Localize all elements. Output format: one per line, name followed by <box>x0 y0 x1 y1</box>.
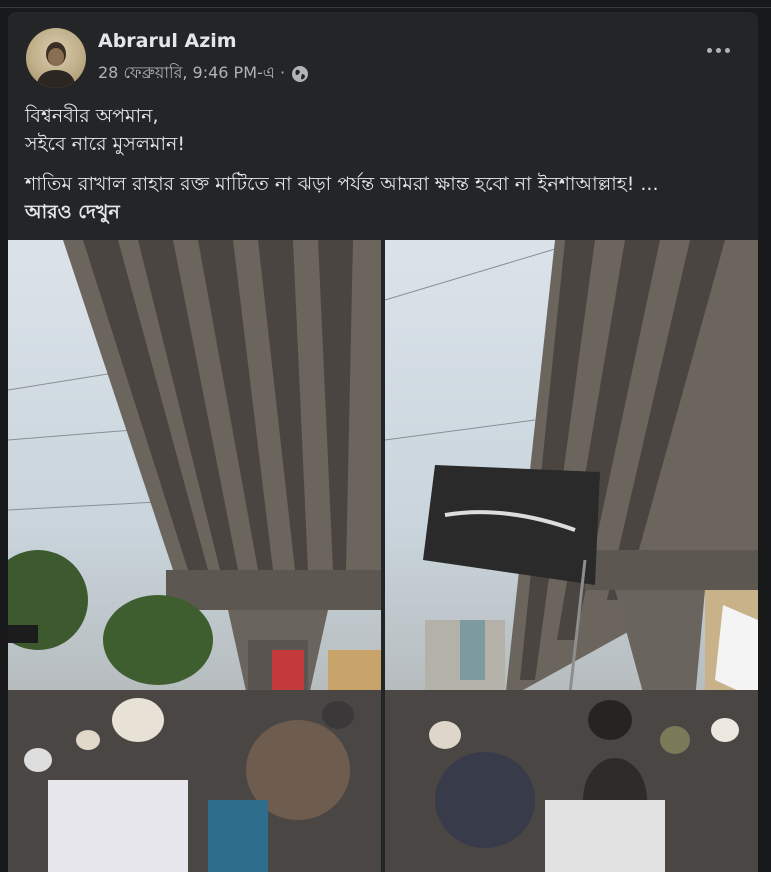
top-bar <box>0 0 771 8</box>
post-text-line: সইবে নারে মুসলমান! <box>25 133 185 155</box>
post-text: বিশ্বনবীর অপমান, সইবে নারে মুসলমান! শাতি… <box>25 102 741 226</box>
post-text-line: শাতিম রাখাল রাহার রক্ত মাটিতে না ঝড়া পর… <box>25 173 659 195</box>
see-more-link[interactable]: আরও দেখুন <box>25 198 741 226</box>
globe-icon[interactable] <box>291 65 309 83</box>
post-timestamp[interactable]: 28 ফেব্রুয়ারি, 9:46 PM-এ · <box>98 60 285 87</box>
author-name[interactable]: Abrarul Azim <box>98 30 237 52</box>
more-horizontal-icon[interactable] <box>700 38 736 62</box>
avatar-photo <box>36 42 76 88</box>
post-meta: 28 ফেব্রুয়ারি, 9:46 PM-এ · <box>98 60 309 87</box>
photo-grid <box>8 240 758 872</box>
post-card: Abrarul Azim 28 ফেব্রুয়ারি, 9:46 PM-এ ·… <box>8 12 758 872</box>
avatar[interactable] <box>26 28 86 88</box>
post-photo-left[interactable] <box>8 240 381 872</box>
post-text-line: বিশ্বনবীর অপমান, <box>25 105 159 127</box>
post-photo-right[interactable] <box>385 240 758 872</box>
